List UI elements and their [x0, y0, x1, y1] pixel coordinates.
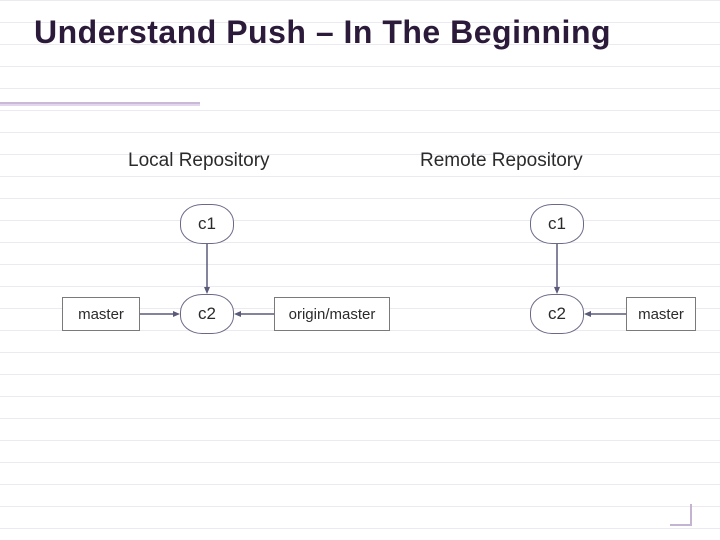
local-branch-master: master — [62, 297, 140, 331]
header-remote: Remote Repository — [420, 150, 583, 172]
local-commit-c2: c2 — [180, 294, 234, 334]
remote-commit-c2: c2 — [530, 294, 584, 334]
arrow-origin-master-to-c2 — [234, 311, 274, 317]
corner-decoration — [670, 504, 692, 526]
tracking-branch-origin-master: origin/master — [274, 297, 390, 331]
grid-bg — [0, 0, 720, 540]
arrow-local-c1-c2 — [204, 244, 210, 294]
slide-title: Understand Push – In The Beginning — [34, 14, 686, 51]
header-local: Local Repository — [128, 150, 270, 172]
remote-branch-master: master — [626, 297, 696, 331]
arrow-remote-c1-c2 — [554, 244, 560, 294]
remote-commit-c1: c1 — [530, 204, 584, 244]
slide: Understand Push – In The Beginning — [0, 0, 720, 51]
arrow-master-to-c2-remote — [584, 311, 626, 317]
local-commit-c1: c1 — [180, 204, 234, 244]
arrow-master-to-c2-local — [140, 311, 180, 317]
title-underline — [0, 102, 200, 104]
